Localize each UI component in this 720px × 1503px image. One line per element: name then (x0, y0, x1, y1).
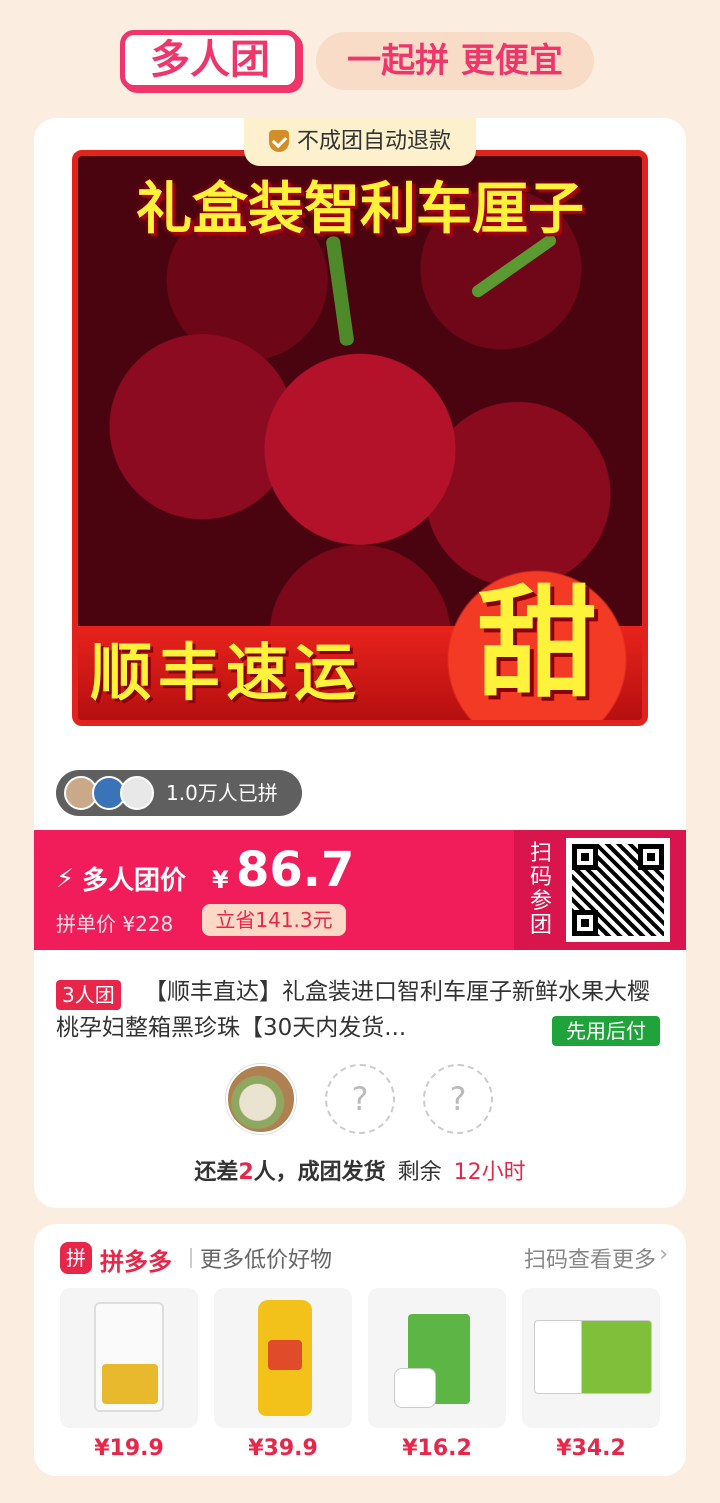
recommend-price: ¥19.9 (94, 1436, 164, 1461)
remaining-time: 12小时 (453, 1160, 526, 1185)
scan-more-link[interactable]: 扫码查看更多 (524, 1242, 656, 1274)
recommend-price: ¥16.2 (402, 1436, 472, 1461)
avatar (120, 776, 154, 810)
recommend-item-tissue[interactable] (368, 1288, 506, 1428)
brand-logo: 多人团 (120, 30, 300, 90)
qr-finder (572, 844, 598, 870)
image-bottom-text: 顺丰速运 (90, 636, 363, 709)
image-sweet-label: 甜 (442, 570, 632, 720)
header: 多人团 一起拼 更便宜 (0, 28, 720, 92)
tissue-pack-image (394, 1314, 470, 1408)
price-bar: ⚡ 多人团价 ¥ 86.7 拼单价 ¥228 立省141.3元 扫码参团 (34, 830, 686, 950)
group-price: 86.7 (236, 842, 355, 898)
buyers-pill: 1.0万人已拼 (56, 770, 302, 816)
refund-badge-label: 不成团自动退款 (296, 129, 451, 154)
shield-check-icon (268, 130, 289, 152)
single-price: 拼单价 ¥228 (56, 912, 174, 936)
pdd-brand: 拼多多 (100, 1248, 172, 1276)
oil-bottle-image (258, 1300, 312, 1416)
empty-slot[interactable]: ? (423, 1064, 493, 1134)
refund-badge: 不成团自动退款 (244, 118, 476, 166)
lightning-icon: ⚡ (56, 864, 75, 894)
group-tag: 3人团 (56, 980, 121, 1010)
qr-panel[interactable]: 扫码参团 (514, 830, 686, 950)
milk-box-image (534, 1320, 652, 1394)
recommend-subtitle: 更多低价好物 (200, 1248, 333, 1273)
chevron-right-icon: › (659, 1242, 668, 1267)
price-label: 多人团价 (82, 866, 187, 896)
qr-finder (638, 844, 664, 870)
slogan: 一起拼 更便宜 (316, 32, 594, 90)
status-prefix: 还差 (194, 1160, 239, 1185)
group-status: 还差2人，成团发货 剩余 12小时 (34, 1154, 686, 1186)
qr-finder (572, 910, 598, 936)
image-title: 礼盒装智利车厘子 (136, 177, 584, 242)
member-avatar (226, 1064, 296, 1134)
recommend-item-milk[interactable] (522, 1288, 660, 1428)
remaining-label: 剩余 (397, 1160, 442, 1185)
pay-later-badge: 先用后付 (552, 1016, 660, 1046)
buyers-count: 1.0万人已拼 (166, 781, 278, 805)
pdd-logo-icon: 拼 (60, 1242, 92, 1274)
save-tag: 立省141.3元 (202, 904, 346, 936)
currency-symbol: ¥ (212, 866, 229, 894)
rice-bag-image (94, 1302, 164, 1412)
recommend-price: ¥39.9 (248, 1436, 318, 1461)
qr-code[interactable] (566, 838, 670, 942)
status-suffix: 人，成团发货 (253, 1160, 386, 1185)
recommend-card: 拼 拼多多 更多低价好物 扫码查看更多 › ¥19.9 ¥39.9 ¥16.2 … (34, 1224, 686, 1476)
recommend-item-rice[interactable] (60, 1288, 198, 1428)
recommend-price: ¥34.2 (556, 1436, 626, 1461)
empty-slot[interactable]: ? (325, 1064, 395, 1134)
product-image[interactable]: 礼盒装智利车厘子 顺丰速运 甜 (72, 150, 648, 726)
status-count: 2 (238, 1160, 254, 1185)
cherry-stem (325, 235, 355, 347)
recommend-item-oil[interactable] (214, 1288, 352, 1428)
divider (190, 1248, 192, 1268)
product-card[interactable]: 不成团自动退款 礼盒装智利车厘子 顺丰速运 甜 1.0万人已拼 ⚡ 多人团价 ¥… (34, 118, 686, 1208)
qr-label: 扫码参团 (529, 841, 552, 938)
